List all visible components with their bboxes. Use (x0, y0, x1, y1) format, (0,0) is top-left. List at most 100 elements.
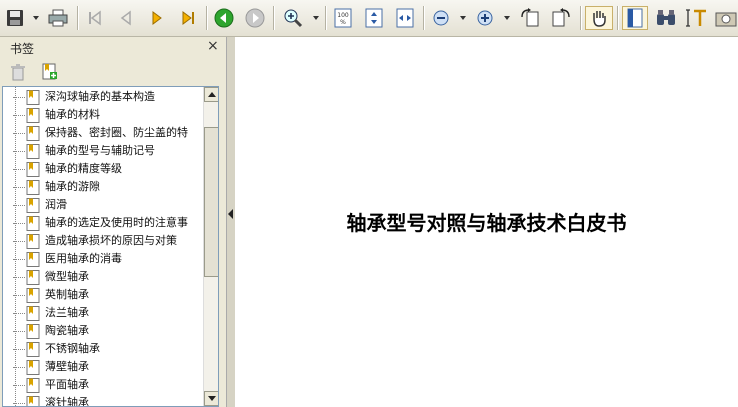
bookmark-item[interactable]: 轴承的材料 (3, 106, 203, 124)
first-page-button[interactable] (83, 6, 107, 30)
print-button[interactable] (46, 6, 70, 30)
separator (580, 6, 581, 30)
hand-tool-icon (593, 11, 606, 27)
tree-connector (13, 97, 25, 98)
zoom-in-tool-icon (284, 9, 303, 28)
tree-scrollbar[interactable] (203, 87, 218, 406)
back-icon (214, 8, 234, 28)
bookmark-tree[interactable]: 深沟球轴承的基本构造 轴承的材料 保持器、密封圈、防尘盖的特 轴承的型号与辅助记号 轴承… (2, 86, 219, 407)
forward-button[interactable] (243, 6, 267, 30)
bookmark-item[interactable]: 平面轴承 (3, 376, 203, 394)
bookmark-item[interactable]: 不锈钢轴承 (3, 340, 203, 358)
zoom-in-dropdown[interactable] (504, 16, 510, 20)
svg-text:100: 100 (337, 12, 349, 19)
find-icon (657, 10, 675, 25)
tree-connector (13, 403, 25, 404)
rotate-right-icon (552, 8, 570, 27)
tree-connector (13, 385, 25, 386)
tree-connector (13, 295, 25, 296)
tree-connector (13, 313, 25, 314)
bookmark-item[interactable]: 轴承的精度等级 (3, 160, 203, 178)
bookmark-item[interactable]: 英制轴承 (3, 286, 203, 304)
bookmark-label: 轴承的选定及使用时的注意事 (45, 216, 188, 229)
next-page-icon (152, 11, 162, 25)
bookmark-panel-icon (627, 8, 643, 28)
new-bookmark-icon (42, 63, 57, 80)
bookmark-item[interactable]: 轴承的选定及使用时的注意事 (3, 214, 203, 232)
zoom-out-button[interactable] (430, 6, 452, 30)
toolbar: 100 % (0, 0, 738, 37)
bookmark-item[interactable]: 薄壁轴承 (3, 358, 203, 376)
svg-text:%: % (340, 19, 346, 26)
bookmark-item[interactable]: 造成轴承损坏的原因与对策 (3, 232, 203, 250)
hand-tool-button[interactable] (585, 6, 613, 30)
prev-page-button[interactable] (114, 6, 138, 30)
fit-page-button[interactable] (362, 6, 386, 30)
bookmark-label: 平面轴承 (45, 378, 89, 391)
panel-close-button[interactable]: × (207, 38, 219, 54)
fit-width-button[interactable] (393, 6, 417, 30)
rotate-left-button[interactable] (517, 6, 543, 30)
forward-icon (245, 8, 265, 28)
find-button[interactable] (653, 6, 679, 30)
bookmark-item[interactable]: 陶瓷轴承 (3, 322, 203, 340)
print-icon (48, 9, 68, 27)
save-button[interactable] (4, 6, 26, 30)
bookmark-label: 造成轴承损坏的原因与对策 (45, 234, 177, 247)
scroll-up-icon (207, 92, 216, 97)
snapshot-button[interactable] (714, 6, 738, 30)
bookmark-label: 轴承的型号与辅助记号 (45, 144, 155, 157)
tree-connector (13, 187, 25, 188)
tree-connector (13, 349, 25, 350)
bookmark-icon (26, 396, 40, 406)
first-page-icon (89, 10, 101, 26)
separator (273, 6, 274, 30)
back-button[interactable] (212, 6, 236, 30)
zoom-out-dropdown[interactable] (460, 16, 466, 20)
scroll-up-button[interactable] (204, 87, 218, 102)
zoom-dropdown[interactable] (313, 16, 319, 20)
collapse-panel-icon[interactable] (228, 209, 233, 219)
last-page-icon (182, 11, 194, 25)
scroll-down-button[interactable] (204, 391, 218, 406)
bookmark-item[interactable]: 法兰轴承 (3, 304, 203, 322)
actual-size-icon: 100 % (334, 8, 352, 28)
bookmark-label: 润滑 (45, 198, 67, 211)
bookmark-item[interactable]: 深沟球轴承的基本构造 (3, 88, 203, 106)
fit-width-icon (396, 8, 414, 28)
text-select-button[interactable] (684, 6, 710, 30)
bookmark-item[interactable]: 滚针轴承 (3, 394, 203, 406)
tree-connector (13, 205, 25, 206)
bookmark-item[interactable]: 润滑 (3, 196, 203, 214)
scroll-thumb[interactable] (204, 127, 218, 277)
prev-page-icon (120, 10, 131, 26)
bookmark-item[interactable]: 医用轴承的消毒 (3, 250, 203, 268)
bookmark-item[interactable]: 轴承的型号与辅助记号 (3, 142, 203, 160)
zoom-in-button[interactable] (474, 6, 496, 30)
bookmark-label: 轴承的精度等级 (45, 162, 122, 175)
tree-connector (13, 241, 25, 242)
fit-page-icon (365, 8, 383, 28)
bookmark-item[interactable]: 微型轴承 (3, 268, 203, 286)
tree-connector (13, 115, 25, 116)
actual-size-button[interactable]: 100 % (331, 6, 355, 30)
zoom-tool-button[interactable] (280, 6, 306, 30)
bookmark-item[interactable]: 轴承的游隙 (3, 178, 203, 196)
tree-connector (13, 259, 25, 260)
delete-bookmark-button[interactable] (10, 63, 26, 85)
bookmark-item[interactable]: 保持器、密封圈、防尘盖的特 (3, 124, 203, 142)
bookmark-panel-button[interactable] (622, 6, 648, 30)
new-bookmark-button[interactable] (42, 63, 58, 85)
separator (617, 6, 618, 30)
save-dropdown[interactable] (33, 16, 39, 20)
bookmark-label: 医用轴承的消毒 (45, 252, 122, 265)
tree-connector (13, 151, 25, 152)
last-page-button[interactable] (176, 6, 200, 30)
bookmark-label: 保持器、密封圈、防尘盖的特 (45, 126, 188, 139)
document-title: 轴承型号对照与轴承技术白皮书 (346, 211, 627, 235)
next-page-button[interactable] (145, 6, 169, 30)
separator (423, 6, 424, 30)
save-icon (7, 10, 23, 26)
rotate-right-button[interactable] (548, 6, 574, 30)
tree-connector (13, 331, 25, 332)
